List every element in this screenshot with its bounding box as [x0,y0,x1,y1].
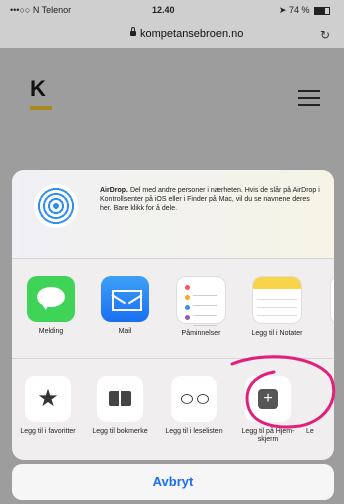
reminders-icon[interactable] [176,276,226,326]
glasses-icon[interactable] [171,376,217,422]
address-bar[interactable]: kompetansebroen.no ↻ [0,22,344,48]
share-app-reminders[interactable]: Påminnelser [172,276,230,338]
carrier-label: •••○○ N Telenor [10,5,72,15]
action-label: Le [306,428,314,435]
share-actions-row: ★ Legg til i favoritter Legg til bokmerk… [12,360,334,460]
action-label: Legg til i favoritter [20,428,76,435]
url-text[interactable]: kompetansebroen.no [130,27,244,40]
cancel-button[interactable]: Avbryt [12,464,334,500]
lock-icon [130,27,136,36]
action-label: Legg til på Hjem-skjerm [241,428,295,443]
mail-icon[interactable] [101,276,149,322]
battery-fill [315,7,326,14]
messages-icon[interactable] [27,276,75,322]
action-favorites[interactable]: ★ Legg til i favoritter [16,376,80,436]
action-label: Legg til bokmerke [92,428,148,435]
notes-icon[interactable] [252,276,302,324]
book-icon[interactable] [97,376,143,422]
url-value: kompetansebroen.no [140,28,244,40]
share-app-mail[interactable]: Mail [96,276,154,336]
site-logo[interactable]: K [30,76,46,102]
battery-percent: 74 % [288,5,310,15]
plus-square-icon[interactable]: + [245,376,291,422]
action-bookmark[interactable]: Legg til bokmerke [88,376,152,436]
reload-icon[interactable]: ↻ [320,28,330,42]
battery-icon [314,6,330,15]
status-right: ➤ 74 % [279,5,330,16]
star-icon[interactable]: ★ [25,376,71,422]
divider [12,358,334,359]
share-sheet: AirDrop. Del med andre personer i nærhet… [12,170,334,460]
action-reading-list[interactable]: Legg til i leselisten [162,376,226,436]
airdrop-title: AirDrop. [100,187,128,194]
share-app-notes[interactable]: Legg til i Notater [248,276,306,338]
airdrop-description: AirDrop. Del med andre personer i nærhet… [100,186,320,213]
app-label: Legg til i Notater [251,330,303,337]
app-label: Mail [118,328,132,335]
status-bar: •••○○ N Telenor 12.40 ➤ 74 % [0,0,344,22]
app-label: Påminnelser [181,330,221,337]
airdrop-section[interactable]: AirDrop. Del med andre personer i nærhet… [12,170,334,258]
share-app-melding[interactable]: Melding [22,276,80,336]
hamburger-menu-icon[interactable] [298,90,320,111]
status-time: 12.40 [152,5,175,15]
logo-underline [30,106,52,110]
app-label: Melding [38,328,64,335]
action-partial[interactable]: Le [306,376,334,436]
action-label: Legg til i leselisten [165,428,223,435]
more-app-icon[interactable] [330,276,334,324]
action-home-screen[interactable]: + Legg til på Hjem-skjerm [236,376,300,444]
airdrop-icon[interactable] [34,184,78,228]
screen: •••○○ N Telenor 12.40 ➤ 74 % kompetanseb… [0,0,344,504]
location-icon: ➤ [278,5,287,15]
airdrop-body: Del med andre personer i nærheten. Hvis … [100,187,320,212]
share-apps-row: Melding Mail Påminnelser Legg til i Nota… [12,258,334,358]
